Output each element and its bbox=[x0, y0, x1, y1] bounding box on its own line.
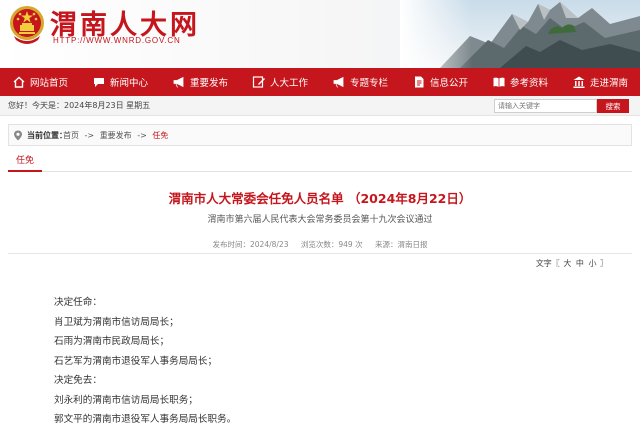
location-pin-icon bbox=[14, 130, 22, 141]
article-title: 渭南市人大常委会任免人员名单 （2024年8月22日） bbox=[168, 191, 472, 206]
nav-item-references[interactable]: 参考资料 bbox=[480, 68, 560, 96]
breadcrumb: 当前位置： 首页 -> 重要发布 -> 任免 bbox=[8, 124, 632, 146]
nav-item-label: 网站首页 bbox=[29, 78, 68, 89]
article-paragraph: 决定任命： bbox=[54, 297, 102, 308]
breadcrumb-releases-link[interactable]: 重要发布 bbox=[100, 131, 132, 140]
article-source: 来源：渭南日报 bbox=[374, 240, 428, 249]
publish-date: 发布时间：2024/8/23 bbox=[212, 240, 289, 249]
article-subtitle: 渭南市第六届人民代表大会常务委员会第十九次会议通过 bbox=[207, 215, 433, 225]
nav-item-label: 参考资料 bbox=[509, 78, 548, 89]
article-meta: 发布时间：2024/8/23 浏览次数：949 次 来源：渭南日报 bbox=[0, 239, 640, 250]
section-tab-bar: 任免 bbox=[8, 152, 632, 172]
font-size-small-link[interactable]: 小 bbox=[588, 259, 596, 268]
article-paragraph: 决定免去： bbox=[54, 375, 102, 386]
nav-item-topics[interactable]: 专题专栏 bbox=[320, 68, 400, 96]
document-icon bbox=[414, 76, 424, 88]
site-header: 渭南人大网 HTTP://WWW.WNRD.GOV.CN bbox=[0, 0, 640, 68]
breadcrumb-trail: 首页 -> 重要发布 -> 任免 bbox=[63, 130, 171, 141]
divider bbox=[8, 253, 632, 254]
nav-item-label: 信息公开 bbox=[429, 78, 468, 89]
search-button[interactable]: 搜索 bbox=[597, 99, 629, 113]
tab-appointments[interactable]: 任免 bbox=[8, 152, 42, 172]
national-emblem-icon bbox=[10, 6, 44, 44]
article-paragraph: 郭文平的渭南市退役军人事务局局长职务。 bbox=[54, 414, 237, 425]
breadcrumb-separator: -> bbox=[137, 131, 147, 140]
mountain-banner-image bbox=[400, 0, 640, 68]
megaphone-icon bbox=[173, 76, 184, 88]
nav-item-label: 重要发布 bbox=[189, 78, 228, 89]
font-size-switcher: 文字〖 大 中 小 〗 bbox=[536, 258, 608, 269]
main-nav: 网站首页 新闻中心 重要发布 人大工作 专题专栏 信息公开 参考资料 走进渭南 bbox=[0, 68, 640, 96]
landmark-icon bbox=[573, 76, 585, 88]
font-size-medium-link[interactable]: 中 bbox=[576, 259, 584, 268]
article-body: 决定任命： 肖卫斌为渭南市信访局局长； 石雨为渭南市民政局局长； 石艺军为渭南市… bbox=[54, 293, 594, 430]
font-size-close: 〗 bbox=[600, 259, 608, 268]
nav-item-label: 走进渭南 bbox=[589, 78, 628, 89]
article-paragraph: 肖卫斌为渭南市信访局局长； bbox=[54, 316, 179, 328]
breadcrumb-label: 当前位置： bbox=[27, 131, 67, 140]
nav-item-label: 专题专栏 bbox=[349, 78, 388, 89]
megaphone-icon bbox=[333, 76, 344, 88]
site-url: HTTP://WWW.WNRD.GOV.CN bbox=[53, 36, 181, 45]
article-paragraph: 石艺军为渭南市退役军人事务局局长； bbox=[54, 355, 218, 367]
font-size-label: 文字〖 bbox=[535, 259, 560, 268]
pencil-icon bbox=[252, 76, 265, 88]
nav-item-work[interactable]: 人大工作 bbox=[240, 68, 320, 96]
breadcrumb-separator: -> bbox=[84, 131, 95, 140]
article-paragraph: 刘永利的渭南市信访局局长职务； bbox=[54, 394, 198, 406]
chat-bubble-icon bbox=[93, 78, 104, 87]
nav-item-home[interactable]: 网站首页 bbox=[0, 68, 80, 96]
nav-item-news[interactable]: 新闻中心 bbox=[80, 68, 160, 96]
date-text: 您好！今天是：2024年8月23日 星期五 bbox=[8, 101, 151, 110]
nav-item-disclosure[interactable]: 信息公开 bbox=[400, 68, 480, 96]
home-icon bbox=[13, 76, 25, 88]
search-input[interactable] bbox=[494, 99, 597, 113]
font-size-large-link[interactable]: 大 bbox=[563, 259, 571, 268]
nav-item-label: 新闻中心 bbox=[109, 78, 148, 89]
book-icon bbox=[493, 77, 505, 87]
breadcrumb-current[interactable]: 任免 bbox=[152, 131, 168, 140]
view-count: 浏览次数：949 次 bbox=[300, 240, 363, 249]
nav-item-label: 人大工作 bbox=[269, 78, 308, 89]
nav-item-releases[interactable]: 重要发布 bbox=[160, 68, 240, 96]
nav-item-weinan[interactable]: 走进渭南 bbox=[560, 68, 640, 96]
breadcrumb-home-link[interactable]: 首页 bbox=[63, 131, 79, 140]
info-bar: 您好！今天是：2024年8月23日 星期五 搜索 bbox=[0, 96, 640, 116]
article-paragraph: 石雨为渭南市民政局局长； bbox=[54, 336, 170, 347]
